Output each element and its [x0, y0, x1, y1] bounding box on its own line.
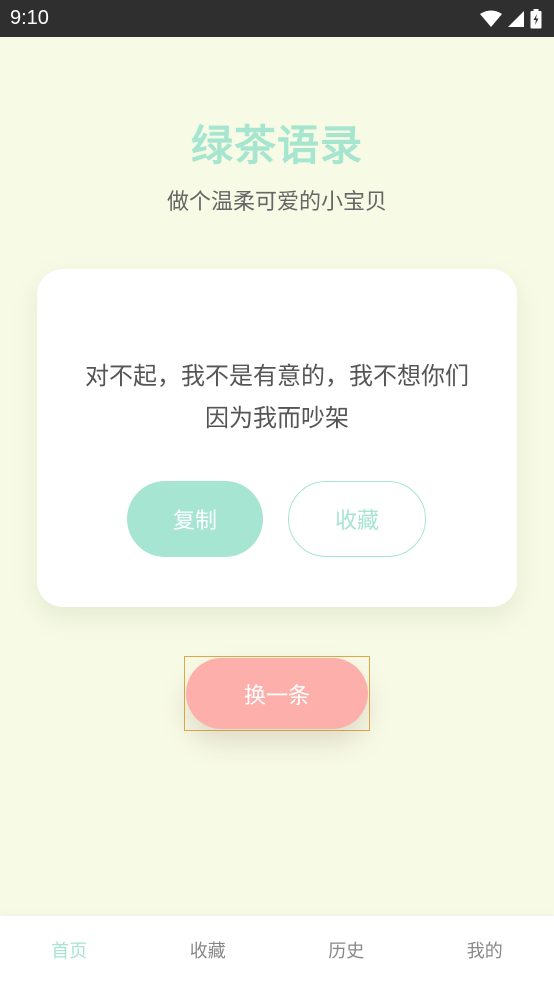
favorite-button[interactable]: 收藏: [288, 481, 426, 557]
copy-button[interactable]: 复制: [127, 481, 263, 557]
page-title: 绿茶语录: [190, 121, 363, 170]
status-icons: [480, 8, 542, 29]
page-subtitle: 做个温柔可爱的小宝贝: [166, 190, 387, 215]
tab-history[interactable]: 历史: [277, 916, 416, 984]
bottom-tab-bar: 首页 收藏 历史 我的: [0, 916, 554, 984]
status-time: 9:10: [10, 7, 49, 29]
next-quote-focus-outline: 换一条: [184, 656, 370, 731]
battery-icon: [530, 8, 542, 29]
quote-text: 对不起，我不是有意的，我不想你们因为我而吵架: [85, 362, 469, 432]
tab-home[interactable]: 首页: [0, 916, 139, 984]
wifi-icon: [480, 10, 502, 28]
next-quote-button[interactable]: 换一条: [186, 658, 368, 729]
tab-mine[interactable]: 我的: [416, 916, 554, 984]
quote-card: 对不起，我不是有意的，我不想你们因为我而吵架 复制 收藏: [37, 269, 517, 607]
signal-icon: [508, 10, 524, 28]
tab-favorites[interactable]: 收藏: [139, 916, 278, 984]
status-bar: 9:10: [0, 0, 554, 37]
